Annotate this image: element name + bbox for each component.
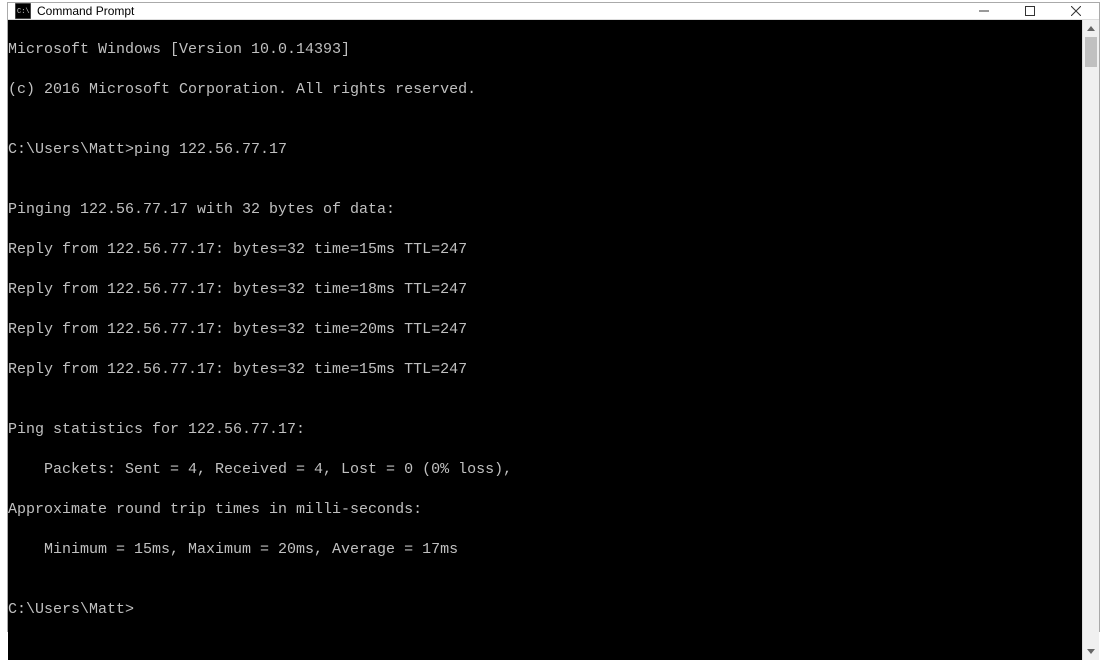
cmd-app-icon: C:\	[15, 3, 31, 19]
output-line: Reply from 122.56.77.17: bytes=32 time=1…	[8, 360, 1082, 380]
output-line: Reply from 122.56.77.17: bytes=32 time=1…	[8, 280, 1082, 300]
minimize-button[interactable]	[961, 3, 1007, 19]
svg-text:C:\: C:\	[17, 8, 30, 16]
output-line: (c) 2016 Microsoft Corporation. All righ…	[8, 80, 1082, 100]
title-bar[interactable]: C:\ Command Prompt	[8, 3, 1099, 20]
scroll-thumb[interactable]	[1085, 37, 1097, 67]
output-line: Reply from 122.56.77.17: bytes=32 time=1…	[8, 240, 1082, 260]
maximize-button[interactable]	[1007, 3, 1053, 19]
scroll-up-button[interactable]	[1083, 20, 1099, 37]
window-controls	[961, 3, 1099, 19]
output-line: Packets: Sent = 4, Received = 4, Lost = …	[8, 460, 1082, 480]
output-line: Ping statistics for 122.56.77.17:	[8, 420, 1082, 440]
scroll-down-button[interactable]	[1083, 643, 1099, 660]
console-area: Microsoft Windows [Version 10.0.14393] (…	[8, 20, 1099, 660]
output-line: Pinging 122.56.77.17 with 32 bytes of da…	[8, 200, 1082, 220]
output-line: C:\Users\Matt>ping 122.56.77.17	[8, 140, 1082, 160]
command-prompt-window: C:\ Command Prompt Microsoft Windows [Ve…	[7, 2, 1100, 632]
output-line: Reply from 122.56.77.17: bytes=32 time=2…	[8, 320, 1082, 340]
output-line: Microsoft Windows [Version 10.0.14393]	[8, 40, 1082, 60]
close-button[interactable]	[1053, 3, 1099, 19]
output-line: Approximate round trip times in milli-se…	[8, 500, 1082, 520]
terminal-output[interactable]: Microsoft Windows [Version 10.0.14393] (…	[8, 20, 1082, 660]
window-title: Command Prompt	[37, 4, 961, 18]
output-line: Minimum = 15ms, Maximum = 20ms, Average …	[8, 540, 1082, 560]
prompt-line[interactable]: C:\Users\Matt>	[8, 600, 1082, 620]
vertical-scrollbar[interactable]	[1082, 20, 1099, 660]
